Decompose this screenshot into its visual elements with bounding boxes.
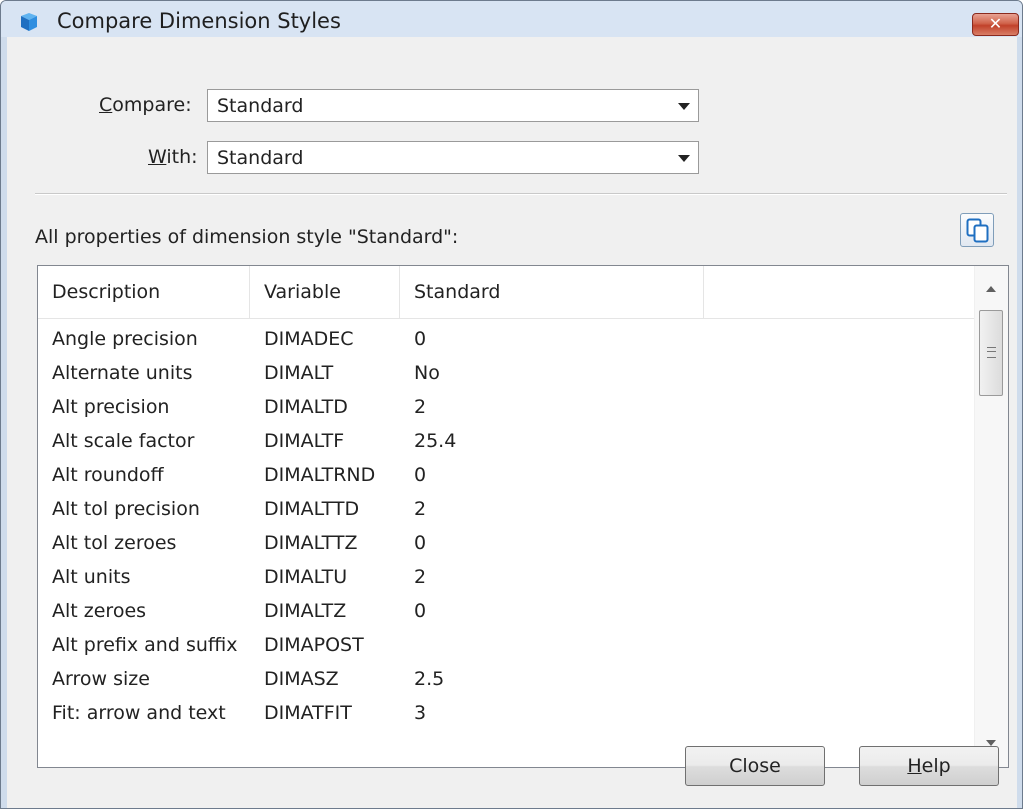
table-row[interactable]: Alt scale factor DIMALTF 25.4: [38, 424, 974, 458]
close-icon: ✕: [988, 14, 1003, 33]
table-row[interactable]: Alt prefix and suffix DIMAPOST: [38, 628, 974, 662]
column-header-standard[interactable]: Standard: [400, 266, 704, 318]
help-button[interactable]: Help: [859, 746, 999, 786]
table-row[interactable]: Alt tol zeroes DIMALTTZ 0: [38, 526, 974, 560]
grip-icon: [987, 347, 996, 358]
compare-select-value: Standard: [217, 95, 304, 117]
table-row[interactable]: Alt roundoff DIMALTRND 0: [38, 458, 974, 492]
copy-to-clipboard-button[interactable]: [960, 213, 994, 247]
cell-description: Arrow size: [52, 668, 150, 690]
column-header-description[interactable]: Description: [38, 266, 250, 318]
window-close-button[interactable]: ✕: [972, 13, 1019, 36]
separator: [35, 193, 1007, 195]
cell-variable: DIMALTTD: [264, 498, 360, 520]
chevron-down-icon: [678, 155, 690, 162]
cell-standard: 2.5: [414, 668, 445, 690]
list-header: Description Variable Standard: [38, 266, 974, 319]
cell-standard: 0: [414, 464, 427, 486]
cell-description: Alt prefix and suffix: [52, 634, 238, 656]
cell-variable: DIMAPOST: [264, 634, 364, 656]
properties-caption: All properties of dimension style "Stand…: [35, 226, 459, 248]
table-row[interactable]: Angle precision DIMADEC 0: [38, 322, 974, 356]
cell-standard: 3: [414, 702, 427, 724]
copy-to-clipboard-icon: [966, 218, 989, 243]
cell-variable: DIMALTU: [264, 566, 348, 588]
cell-description: Alt zeroes: [52, 600, 147, 622]
cell-variable: DIMALTZ: [264, 600, 347, 622]
title-bar[interactable]: Compare Dimension Styles ✕: [1, 1, 1022, 37]
table-row[interactable]: Alt units DIMALTU 2: [38, 560, 974, 594]
cell-description: Alt tol zeroes: [52, 532, 177, 554]
dialog-window: Compare Dimension Styles ✕ Compare: Stan…: [0, 0, 1023, 809]
window-title: Compare Dimension Styles: [57, 9, 341, 33]
chevron-down-icon: [678, 103, 690, 110]
cell-standard: 25.4: [414, 430, 457, 452]
cell-standard: 0: [414, 532, 427, 554]
vertical-scrollbar[interactable]: [974, 266, 1008, 767]
cell-standard: No: [414, 362, 440, 384]
cell-variable: DIMALT: [264, 362, 334, 384]
app-icon: [21, 13, 37, 31]
with-label: With:: [148, 146, 198, 168]
cell-standard: 2: [414, 498, 427, 520]
column-header-variable[interactable]: Variable: [250, 266, 400, 318]
compare-select[interactable]: Standard: [207, 89, 699, 122]
cell-description: Alt scale factor: [52, 430, 195, 452]
with-select[interactable]: Standard: [207, 141, 699, 174]
compare-label: Compare:: [99, 94, 192, 116]
cell-description: Alt roundoff: [52, 464, 164, 486]
table-row[interactable]: Alternate units DIMALT No: [38, 356, 974, 390]
cell-variable: DIMALTF: [264, 430, 345, 452]
with-select-value: Standard: [217, 147, 304, 169]
cell-standard: 2: [414, 566, 427, 588]
table-row[interactable]: Alt precision DIMALTD 2: [38, 390, 974, 424]
cell-standard: 0: [414, 600, 427, 622]
cell-description: Angle precision: [52, 328, 198, 350]
cell-standard: 0: [414, 328, 427, 350]
cell-standard: 2: [414, 396, 427, 418]
cell-description: Alt precision: [52, 396, 170, 418]
cell-variable: DIMALTD: [264, 396, 348, 418]
scroll-up-arrow-icon[interactable]: [986, 286, 996, 292]
column-header-empty[interactable]: [704, 266, 974, 318]
cell-variable: DIMATFIT: [264, 702, 352, 724]
cell-variable: DIMALTRND: [264, 464, 376, 486]
table-row[interactable]: Alt zeroes DIMALTZ 0: [38, 594, 974, 628]
scrollbar-thumb[interactable]: [979, 310, 1003, 396]
properties-list[interactable]: Description Variable Standard Angle prec…: [37, 265, 1009, 768]
cell-variable: DIMADEC: [264, 328, 354, 350]
table-row[interactable]: Arrow size DIMASZ 2.5: [38, 662, 974, 696]
cell-description: Alt tol precision: [52, 498, 200, 520]
cell-description: Alt units: [52, 566, 131, 588]
cell-variable: DIMALTTZ: [264, 532, 358, 554]
table-row[interactable]: Alt tol precision DIMALTTD 2: [38, 492, 974, 526]
dialog-body: Compare: Standard With: Standard All pro…: [7, 37, 1017, 808]
cell-variable: DIMASZ: [264, 668, 339, 690]
cell-description: Fit: arrow and text: [52, 702, 226, 724]
cell-description: Alternate units: [52, 362, 193, 384]
table-row[interactable]: Fit: arrow and text DIMATFIT 3: [38, 696, 974, 730]
close-button[interactable]: Close: [685, 746, 825, 786]
